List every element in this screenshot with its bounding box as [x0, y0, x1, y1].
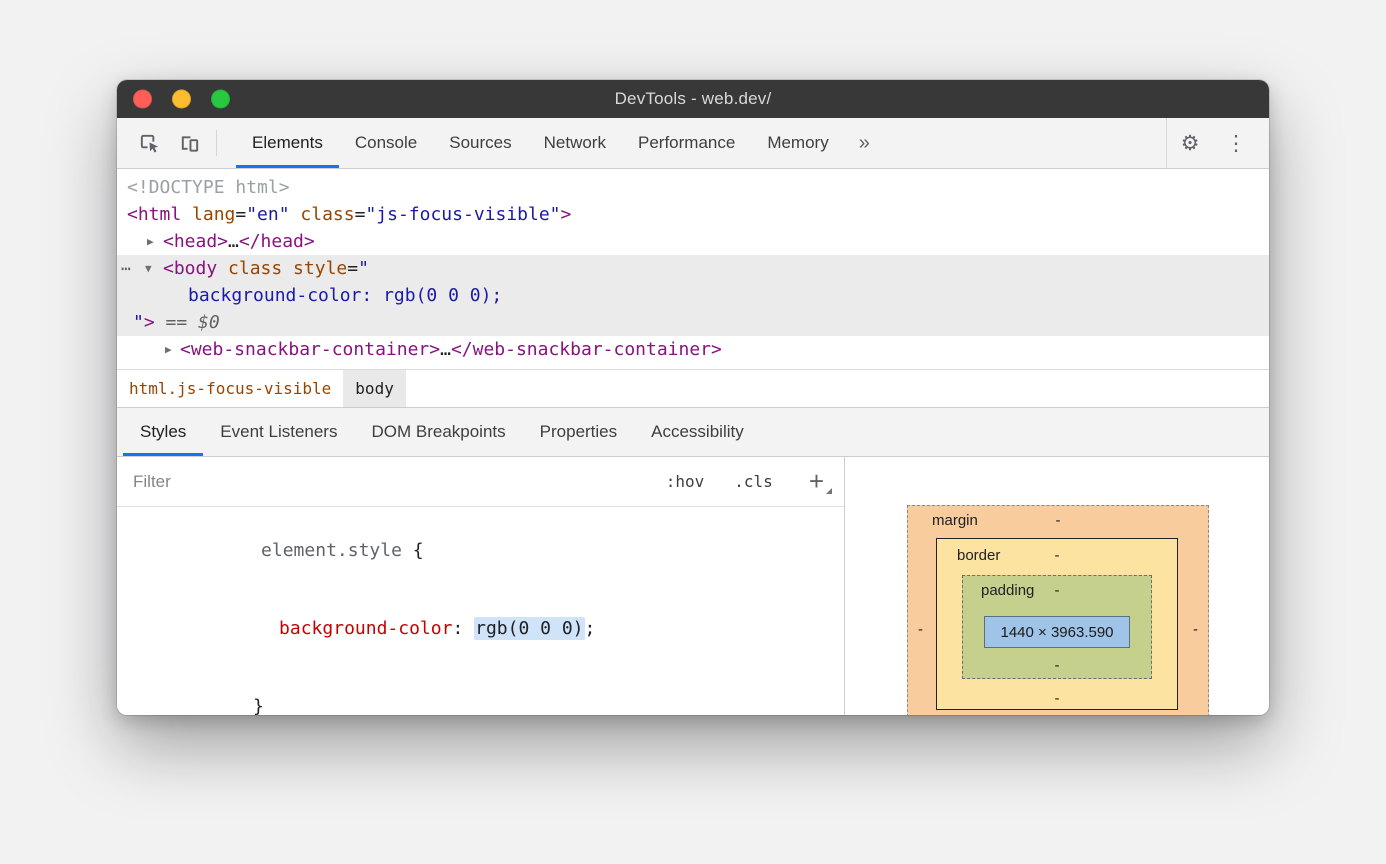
elements-sidebar-tabs: Styles Event Listeners DOM Breakpoints P…: [117, 408, 1269, 457]
tree-node-body-open-end[interactable]: "> == $0: [117, 309, 1269, 336]
style-rule-element-style: element.style { background-color: rgb(0 …: [117, 507, 844, 715]
panel-tabs: Elements Console Sources Network Perform…: [236, 118, 884, 168]
content-size-value: 1440 × 3963.590: [1000, 624, 1113, 641]
tab-network[interactable]: Network: [528, 118, 622, 168]
margin-left-value[interactable]: -: [918, 618, 923, 642]
styles-filter-bar: :hov .cls +: [117, 457, 844, 507]
box-model-margin[interactable]: margin - - - - - - - - border - - paddin…: [907, 505, 1209, 715]
minimize-button[interactable]: [172, 90, 191, 109]
device-toolbar-icon: [178, 132, 201, 155]
padding-bottom-value[interactable]: -: [1055, 657, 1060, 674]
traffic-lights: [133, 90, 230, 109]
margin-right-value[interactable]: -: [1193, 618, 1198, 642]
breadcrumb-item-body[interactable]: body: [343, 370, 406, 407]
breadcrumb-item-html[interactable]: html.js-focus-visible: [117, 370, 343, 407]
element-classes-button[interactable]: .cls: [734, 472, 773, 491]
selected-node-body: ⋯ ▼ <body class style=" background-color…: [117, 255, 1269, 336]
inspect-element-button[interactable]: [129, 118, 169, 168]
box-model-pane: margin - - - - - - - - border - - paddin…: [845, 457, 1269, 715]
tab-console[interactable]: Console: [339, 118, 433, 168]
node-options-dots-icon[interactable]: ⋯: [121, 255, 131, 282]
devtools-toolbar: Elements Console Sources Network Perform…: [117, 118, 1269, 169]
tab-performance[interactable]: Performance: [622, 118, 751, 168]
breadcrumb: html.js-focus-visible body: [117, 370, 1269, 408]
window-titlebar: DevTools - web.dev/: [117, 80, 1269, 118]
tab-dom-breakpoints[interactable]: DOM Breakpoints: [354, 408, 522, 456]
margin-label: margin: [932, 512, 978, 529]
elements-tree: <!DOCTYPE html> <html lang="en" class="j…: [117, 169, 1269, 370]
new-style-rule-button[interactable]: +: [803, 466, 832, 497]
tab-accessibility[interactable]: Accessibility: [634, 408, 761, 456]
inspect-cursor-icon: [138, 132, 161, 155]
box-model-padding[interactable]: padding - - 1440 × 3963.590: [962, 575, 1152, 679]
tree-node-doctype[interactable]: <!DOCTYPE html>: [117, 174, 1269, 201]
device-toolbar-button[interactable]: [169, 118, 209, 168]
collapse-arrow-icon[interactable]: ▼: [145, 255, 152, 282]
tab-memory[interactable]: Memory: [751, 118, 844, 168]
padding-top-value[interactable]: -: [1055, 582, 1060, 599]
tree-node-body-open[interactable]: ⋯ ▼ <body class style=": [117, 255, 1269, 282]
tree-node-body-inline-style[interactable]: background-color: rgb(0 0 0);: [117, 282, 1269, 309]
toggle-element-state-button[interactable]: :hov: [666, 472, 705, 491]
tree-node-web-snackbar-container[interactable]: ▶ <web-snackbar-container>…</web-snackba…: [117, 336, 1269, 363]
rule-close-brace: }: [117, 668, 844, 715]
css-declaration[interactable]: background-color: rgb(0 0 0);: [117, 590, 844, 668]
settings-button[interactable]: ⚙: [1167, 118, 1213, 168]
devtools-window: DevTools - web.dev/ Elements Console S: [117, 80, 1269, 715]
tab-sources[interactable]: Sources: [433, 118, 527, 168]
toolbar-separator: [216, 130, 217, 156]
box-model-border[interactable]: border - - padding - - 1440 × 3963.590: [936, 538, 1178, 710]
rule-selector[interactable]: element.style {: [117, 512, 844, 590]
tab-elements[interactable]: Elements: [236, 118, 339, 168]
toolbar-right-group: ⚙ ⋮: [1166, 118, 1269, 168]
main-menu-button[interactable]: ⋮: [1213, 118, 1259, 168]
gear-icon: ⚙: [1181, 131, 1200, 156]
kebab-menu-icon: ⋮: [1226, 131, 1247, 156]
styles-filter-input[interactable]: [133, 472, 666, 492]
more-panels-button[interactable]: »: [845, 118, 884, 168]
tab-event-listeners[interactable]: Event Listeners: [203, 408, 354, 456]
box-model-content[interactable]: 1440 × 3963.590: [984, 616, 1130, 648]
expand-arrow-icon[interactable]: ▶: [147, 228, 154, 255]
tab-styles[interactable]: Styles: [123, 408, 203, 456]
tree-node-html-open[interactable]: <html lang="en" class="js-focus-visible"…: [117, 201, 1269, 228]
zoom-button[interactable]: [211, 90, 230, 109]
padding-label: padding: [981, 582, 1034, 599]
style-rules-pane: :hov .cls + element.style { background-c…: [117, 457, 845, 715]
border-top-value[interactable]: -: [1055, 547, 1060, 564]
close-button[interactable]: [133, 90, 152, 109]
style-toggles: :hov .cls +: [666, 466, 832, 497]
margin-top-value[interactable]: -: [1056, 512, 1061, 529]
styles-pane: :hov .cls + element.style { background-c…: [117, 457, 1269, 715]
window-title: DevTools - web.dev/: [615, 89, 772, 109]
border-label: border: [957, 547, 1000, 564]
expand-arrow-icon[interactable]: ▶: [165, 336, 172, 363]
tree-node-head[interactable]: ▶ <head>…</head>: [117, 228, 1269, 255]
border-bottom-value[interactable]: -: [1055, 690, 1060, 707]
tab-properties[interactable]: Properties: [523, 408, 634, 456]
